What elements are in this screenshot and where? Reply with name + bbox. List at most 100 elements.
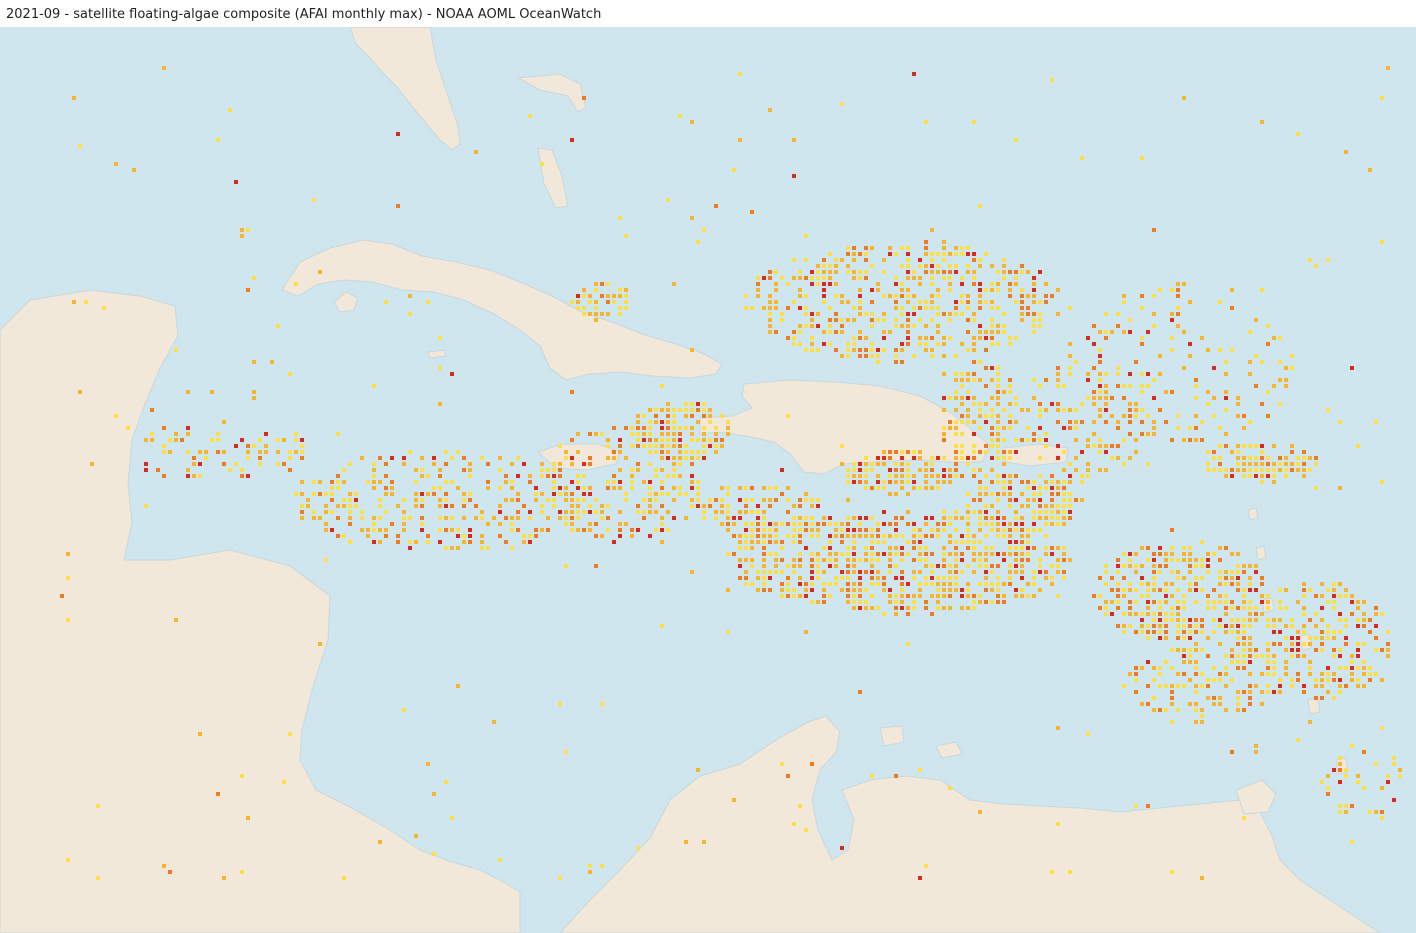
algae-pixel	[438, 540, 442, 544]
algae-pixel	[1230, 288, 1234, 292]
algae-pixel	[1212, 456, 1216, 460]
algae-pixel	[1056, 408, 1060, 412]
algae-pixel	[1158, 630, 1162, 634]
algae-pixel	[1104, 330, 1108, 334]
algae-pixel	[1092, 402, 1096, 406]
algae-pixel	[744, 576, 748, 580]
algae-pixel	[978, 408, 982, 412]
algae-pixel	[318, 480, 322, 484]
algae-pixel	[444, 498, 448, 502]
algae-pixel	[1020, 522, 1024, 526]
algae-pixel	[1326, 666, 1330, 670]
map-viewport[interactable]	[0, 27, 1416, 933]
algae-pixel	[1242, 642, 1246, 646]
algae-pixel	[888, 456, 892, 460]
map-canvas[interactable]	[0, 27, 1416, 933]
algae-pixel	[1074, 426, 1078, 430]
algae-pixel	[1110, 612, 1114, 616]
algae-pixel	[456, 534, 460, 538]
algae-pixel	[1188, 342, 1192, 346]
algae-pixel	[828, 558, 832, 562]
algae-pixel	[1212, 468, 1216, 472]
algae-pixel	[696, 438, 700, 442]
algae-pixel	[1020, 270, 1024, 274]
algae-pixel	[1104, 336, 1108, 340]
algae-pixel	[420, 528, 424, 532]
algae-pixel	[1068, 354, 1072, 358]
algae-pixel	[1116, 600, 1120, 604]
algae-pixel	[804, 522, 808, 526]
algae-pixel	[1002, 594, 1006, 598]
algae-pixel	[1134, 600, 1138, 604]
algae-pixel	[1002, 456, 1006, 460]
algae-pixel	[486, 546, 490, 550]
algae-pixel	[1218, 468, 1222, 472]
algae-pixel	[444, 504, 448, 508]
algae-pixel	[1074, 498, 1078, 502]
algae-pixel	[822, 282, 826, 286]
algae-pixel	[1062, 558, 1066, 562]
algae-pixel	[786, 522, 790, 526]
algae-pixel	[1164, 624, 1168, 628]
algae-pixel	[1326, 258, 1330, 262]
algae-pixel	[738, 540, 742, 544]
algae-pixel	[996, 492, 1000, 496]
algae-pixel	[300, 480, 304, 484]
algae-pixel	[1254, 444, 1258, 448]
algae-pixel	[1140, 156, 1144, 160]
algae-pixel	[642, 438, 646, 442]
algae-pixel	[810, 564, 814, 568]
algae-pixel	[1344, 810, 1348, 814]
algae-pixel	[954, 576, 958, 580]
algae-pixel	[894, 450, 898, 454]
algae-pixel	[1050, 576, 1054, 580]
algae-pixel	[1266, 648, 1270, 652]
algae-pixel	[606, 528, 610, 532]
algae-pixel	[606, 516, 610, 520]
algae-pixel	[900, 582, 904, 586]
algae-pixel	[216, 792, 220, 796]
algae-pixel	[1116, 372, 1120, 376]
algae-pixel	[858, 516, 862, 520]
algae-pixel	[240, 774, 244, 778]
algae-pixel	[1038, 528, 1042, 532]
algae-pixel	[186, 432, 190, 436]
algae-pixel	[612, 450, 616, 454]
algae-pixel	[1020, 564, 1024, 568]
algae-pixel	[1116, 588, 1120, 592]
algae-pixel	[936, 324, 940, 328]
algae-pixel	[996, 288, 1000, 292]
algae-pixel	[1254, 684, 1258, 688]
algae-pixel	[1314, 636, 1318, 640]
algae-pixel	[912, 486, 916, 490]
algae-pixel	[1140, 546, 1144, 550]
algae-pixel	[870, 552, 874, 556]
algae-pixel	[882, 462, 886, 466]
algae-pixel	[714, 438, 718, 442]
algae-pixel	[228, 108, 232, 112]
algae-pixel	[1272, 630, 1276, 634]
algae-pixel	[996, 564, 1000, 568]
algae-pixel	[954, 588, 958, 592]
algae-pixel	[696, 420, 700, 424]
algae-pixel	[672, 414, 676, 418]
algae-pixel	[822, 270, 826, 274]
algae-pixel	[762, 570, 766, 574]
algae-pixel	[1128, 456, 1132, 460]
algae-pixel	[1212, 696, 1216, 700]
algae-pixel	[1122, 552, 1126, 556]
algae-pixel	[1338, 690, 1342, 694]
algae-pixel	[1146, 462, 1150, 466]
algae-pixel	[1260, 120, 1264, 124]
algae-pixel	[978, 486, 982, 490]
algae-pixel	[1134, 678, 1138, 682]
algae-pixel	[882, 450, 886, 454]
algae-pixel	[516, 510, 520, 514]
algae-pixel	[624, 492, 628, 496]
algae-pixel	[894, 360, 898, 364]
algae-pixel	[1008, 474, 1012, 478]
algae-pixel	[426, 492, 430, 496]
algae-pixel	[846, 576, 850, 580]
algae-pixel	[954, 432, 958, 436]
algae-pixel	[1194, 414, 1198, 418]
